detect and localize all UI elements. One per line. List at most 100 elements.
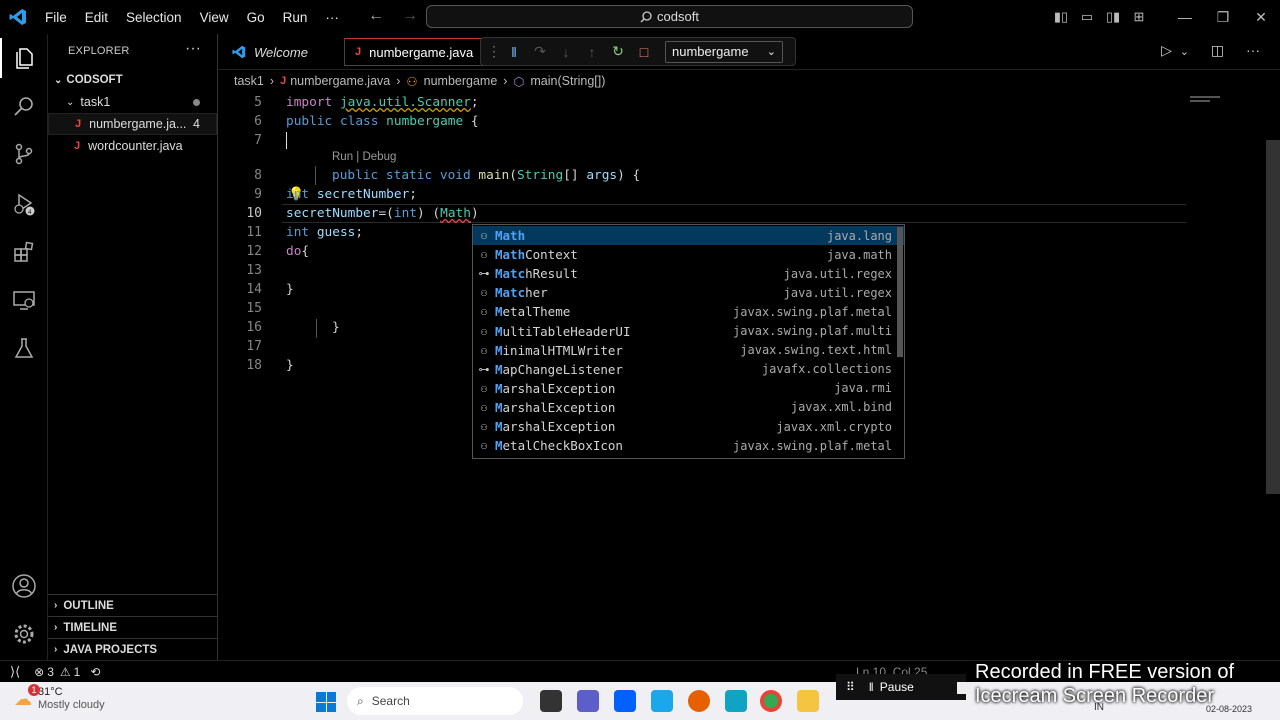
chevron-right-icon: › <box>269 74 275 88</box>
stop-icon[interactable]: □ <box>631 44 657 60</box>
step-out-icon[interactable]: ↑ <box>579 44 605 60</box>
debug-config-select[interactable]: numbergame ⌄ <box>665 40 783 63</box>
minimap[interactable] <box>1190 96 1224 104</box>
dropbox-icon[interactable] <box>614 690 636 712</box>
suggestion-item[interactable]: ⚇ Math Context java.math <box>473 245 904 264</box>
remote-icon[interactable]: ⟩⟨ <box>10 664 20 680</box>
run-debug-icon[interactable]: 4 <box>0 184 48 224</box>
firefox-icon[interactable] <box>688 690 710 712</box>
remote-explorer-icon[interactable] <box>0 280 48 320</box>
breadcrumb-file[interactable]: numbergame.java <box>290 74 390 88</box>
app-icon[interactable] <box>725 690 747 712</box>
command-center-search[interactable]: codsoft <box>426 5 913 28</box>
line-number: 11 <box>246 225 262 240</box>
pause-button[interactable]: Pause <box>880 680 914 694</box>
codelens-run-debug[interactable]: Run | Debug <box>332 151 396 163</box>
warning-count[interactable]: 1 <box>74 665 81 679</box>
code-line: } <box>286 358 294 373</box>
suggestion-item[interactable]: ⚇ MetalTheme javax.swing.plaf.metal <box>473 302 904 321</box>
menu-go[interactable]: Go <box>247 10 265 25</box>
menu-edit[interactable]: Edit <box>85 10 108 25</box>
source-control-icon[interactable] <box>0 134 48 174</box>
toggle-secondary-sidebar-icon[interactable]: ▯▮ <box>1100 9 1126 25</box>
menu-run[interactable]: Run <box>283 10 308 25</box>
chevron-down-icon[interactable]: ⌄ <box>1180 46 1189 58</box>
file-explorer-icon[interactable] <box>797 690 819 712</box>
breadcrumb-folder[interactable]: task1 <box>234 74 264 88</box>
suggestion-item[interactable]: ⊶ MapChangeListener javafx.collections <box>473 360 904 379</box>
suggestion-package: java.math <box>826 247 892 262</box>
testing-icon[interactable] <box>0 328 48 368</box>
close-button[interactable]: ✕ <box>1242 9 1280 26</box>
recorder-controls: ⠿ ‖ Pause <box>836 674 966 700</box>
search-icon[interactable] <box>0 86 48 126</box>
restart-icon[interactable]: ↻ <box>605 43 631 60</box>
suggestion-item[interactable]: ⚇ MetalCheckBoxIcon javax.swing.plaf.metal <box>473 436 904 455</box>
suggestion-item[interactable]: ⚇ Math java.lang <box>473 226 904 245</box>
stop-recording-button[interactable] <box>957 682 971 694</box>
file-wordcounter[interactable]: J wordcounter.java <box>48 135 217 157</box>
chevron-right-icon: › <box>54 644 58 655</box>
error-count[interactable]: 3 <box>47 665 54 679</box>
more-actions-icon[interactable]: ··· <box>1246 42 1260 58</box>
breadcrumb-class[interactable]: numbergame <box>424 74 498 88</box>
chat-icon[interactable] <box>577 690 599 712</box>
watermark-line-2: Icecream Screen Recorder <box>975 685 1214 707</box>
menu-more[interactable]: ··· <box>325 10 339 25</box>
debug-run-icon[interactable]: ⟲ <box>90 665 100 679</box>
split-editor-icon[interactable]: ◫ <box>1211 42 1224 58</box>
error-icon[interactable]: ⊗ <box>34 665 44 679</box>
breadcrumb-method[interactable]: main(String[]) <box>530 74 605 88</box>
outline-panel-header[interactable]: › OUTLINE <box>48 594 217 616</box>
chrome-icon[interactable] <box>760 690 782 712</box>
explorer-icon[interactable] <box>0 38 48 78</box>
start-icon[interactable] <box>316 692 336 712</box>
forward-arrow-icon[interactable]: → <box>402 7 418 24</box>
extensions-icon[interactable] <box>0 232 48 272</box>
weather-widget[interactable]: ☁ 1 31°C Mostly cloudy <box>14 684 105 712</box>
accounts-icon[interactable] <box>0 566 48 606</box>
toggle-sidebar-icon[interactable]: ▮▯ <box>1048 9 1074 25</box>
file-numbergame[interactable]: J numbergame.ja... 4 <box>48 113 217 135</box>
menu-file[interactable]: File <box>45 10 67 25</box>
customize-layout-icon[interactable]: ⊞ <box>1126 9 1152 25</box>
indent-guide <box>315 166 316 185</box>
task-view-icon[interactable] <box>540 690 562 712</box>
pause-icon[interactable]: ‖ <box>869 680 874 694</box>
app-icon[interactable] <box>651 690 673 712</box>
java-projects-panel-header[interactable]: › JAVA PROJECTS <box>48 638 217 660</box>
suggestion-item[interactable]: ⚇ MarshalException javax.xml.bind <box>473 398 904 417</box>
timeline-panel-header[interactable]: › TIMELINE <box>48 616 217 638</box>
line-number: 8 <box>254 168 262 183</box>
suggestion-item[interactable]: ⚇ MinimalHTMLWriter javax.swing.text.html <box>473 341 904 360</box>
tab-numbergame[interactable]: J numbergame.java <box>344 38 494 66</box>
drag-handle-icon[interactable]: ⠿ <box>846 680 855 694</box>
step-into-icon[interactable]: ↓ <box>553 44 579 60</box>
menu-selection[interactable]: Selection <box>126 10 182 25</box>
suggestion-scrollbar[interactable] <box>897 227 903 357</box>
suggestion-item[interactable]: ⚇ MarshalException javax.xml.crypto <box>473 417 904 436</box>
maximize-button[interactable]: ❐ <box>1204 9 1242 26</box>
taskbar-search[interactable]: ⌕ Search <box>347 687 523 715</box>
suggestion-item[interactable]: ⚇ MultiTableHeaderUI javax.swing.plaf.mult… <box>473 322 904 341</box>
toggle-panel-icon[interactable]: ▭ <box>1074 9 1100 25</box>
run-icon[interactable]: ▷ <box>1161 42 1172 58</box>
back-arrow-icon[interactable]: ← <box>368 7 384 24</box>
line-number: 18 <box>246 358 262 373</box>
drag-handle-icon[interactable]: ⋮ <box>487 43 501 60</box>
minimize-button[interactable]: — <box>1166 9 1204 25</box>
menu-view[interactable]: View <box>200 10 229 25</box>
suggestion-label: arshalException <box>502 399 616 415</box>
tab-welcome[interactable]: Welcome <box>222 38 340 66</box>
pause-icon[interactable]: ‖ <box>501 44 527 60</box>
step-over-icon[interactable]: ↷ <box>527 43 553 60</box>
warning-icon[interactable]: ⚠ <box>60 665 71 679</box>
more-actions-icon[interactable]: ··· <box>185 40 201 58</box>
settings-gear-icon[interactable] <box>0 614 48 654</box>
folder-task1[interactable]: ⌄ task1 <box>48 91 217 113</box>
suggestion-item[interactable]: ⊶ Matc hResult java.util.regex <box>473 264 904 283</box>
editor-scrollbar[interactable] <box>1266 140 1280 494</box>
suggestion-item[interactable]: ⚇ MarshalException java.rmi <box>473 379 904 398</box>
suggestion-item[interactable]: ⚇ Matc her java.util.regex <box>473 283 904 302</box>
workspace-root[interactable]: ⌄ CODSOFT <box>48 69 217 91</box>
